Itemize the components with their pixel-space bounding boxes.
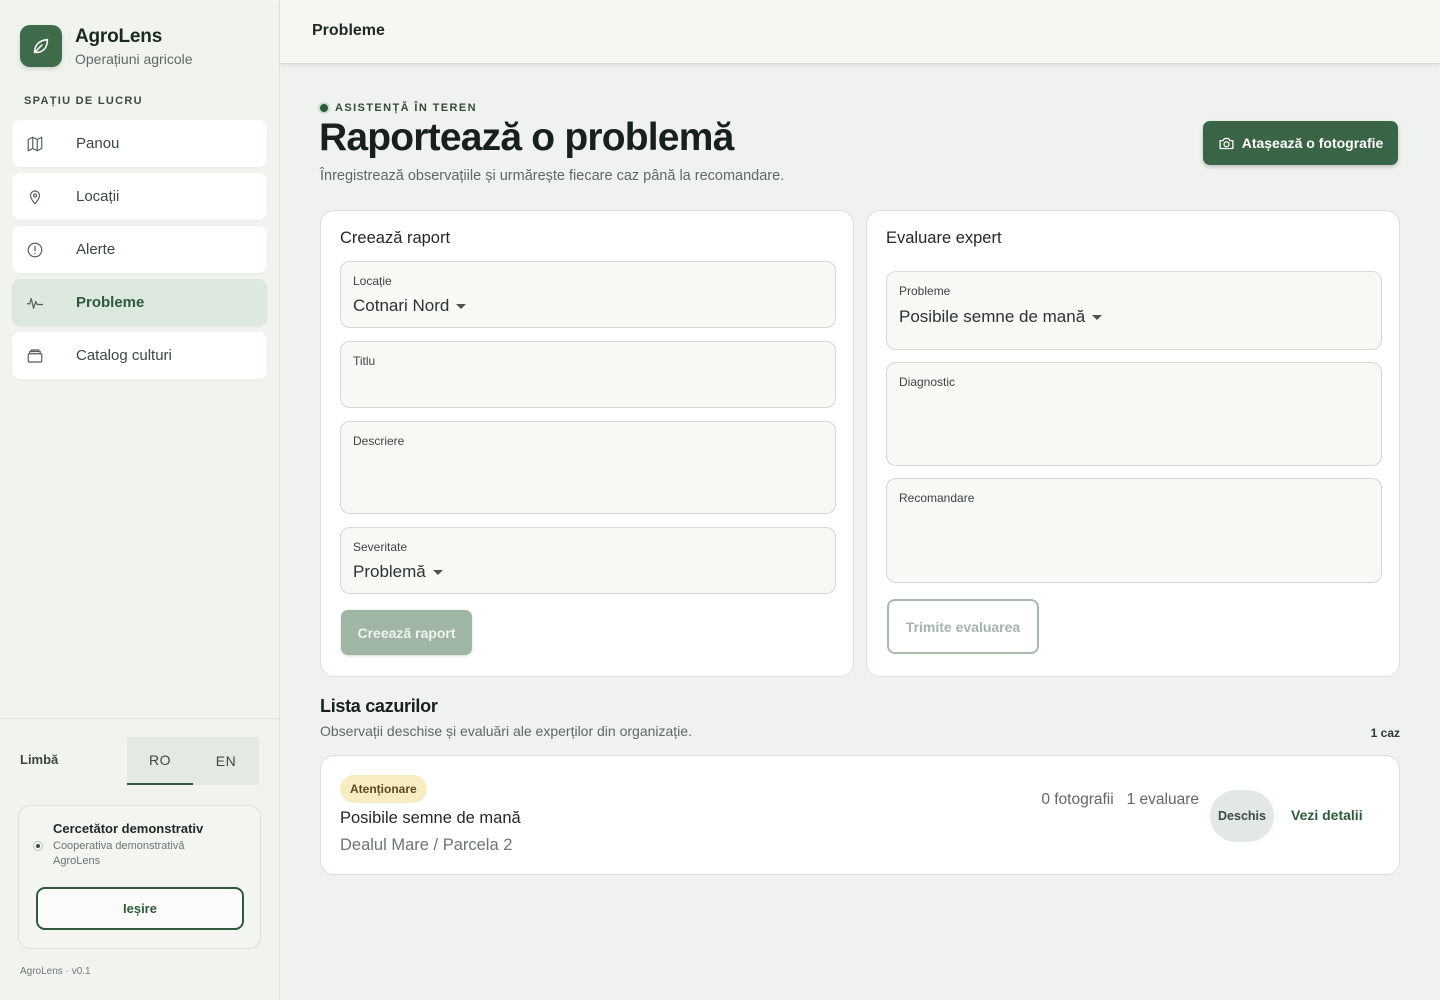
- recommendation-field[interactable]: Recomandare: [886, 478, 1382, 583]
- sidebar-item-label: Probleme: [76, 294, 145, 311]
- logout-button[interactable]: Ieșire: [36, 887, 244, 930]
- description-field[interactable]: Descriere: [340, 421, 836, 514]
- case-list-subtitle: Observații deschise și evaluări ale expe…: [320, 723, 692, 739]
- status-dot-icon: [33, 841, 43, 851]
- location-select[interactable]: Locație Cotnari Nord: [340, 261, 836, 328]
- description-label: Descriere: [353, 434, 405, 448]
- brand: AgroLens Operațiuni agricole: [20, 25, 193, 67]
- top-bar: Probleme: [280, 0, 1440, 64]
- sidebar: AgroLens Operațiuni agricole SPAȚIU DE L…: [0, 0, 280, 1000]
- eyebrow: ASISTENȚĂ ÎN TEREN: [320, 102, 477, 114]
- language-option-ro[interactable]: RO: [127, 737, 193, 785]
- sidebar-item-label: Locații: [76, 188, 120, 205]
- map-icon: [26, 135, 44, 153]
- submit-review-button[interactable]: Trimite evaluarea: [887, 599, 1039, 654]
- severity-select[interactable]: Severitate Problemă: [340, 527, 836, 594]
- location-value: Cotnari Nord: [353, 296, 450, 315]
- sidebar-item-catalog-culturi[interactable]: Catalog culturi: [12, 332, 267, 379]
- app-name: AgroLens: [75, 25, 163, 47]
- sidebar-item-label: Alerte: [76, 241, 116, 258]
- sidebar-divider: [0, 718, 279, 719]
- language-switch: RO EN: [127, 737, 259, 785]
- leaf-icon: [20, 25, 62, 67]
- page-title: Raportează o problemă: [319, 116, 734, 159]
- language-option-en[interactable]: EN: [193, 737, 259, 785]
- eyebrow-dot-icon: [320, 104, 328, 112]
- page-subtitle: Înregistrează observațiile și urmărește …: [320, 168, 785, 184]
- severity-label: Severitate: [353, 540, 408, 554]
- problems-value: Posibile semne de mană: [899, 307, 1086, 326]
- chevron-down-icon: [432, 569, 443, 575]
- user-organization: Cooperativa demonstrativă AgroLens: [53, 840, 185, 867]
- case-list-title: Lista cazurilor: [320, 696, 438, 716]
- title-field[interactable]: Titlu: [340, 341, 836, 408]
- recommendation-label: Recomandare: [899, 491, 975, 505]
- alert-circle-icon: [26, 241, 44, 259]
- language-label: Limbă: [20, 752, 59, 767]
- activity-icon: [26, 294, 44, 312]
- sidebar-item-probleme[interactable]: Probleme: [12, 279, 267, 326]
- location-pin-icon: [26, 188, 44, 206]
- title-label: Titlu: [353, 354, 376, 368]
- case-location: Dealul Mare / Parcela 2: [340, 836, 513, 854]
- attach-photo-label: Atașează o fotografie: [1241, 135, 1384, 151]
- chevron-down-icon: [1092, 314, 1103, 320]
- archive-icon: [26, 347, 44, 365]
- chevron-down-icon: [456, 303, 467, 309]
- expert-review-title: Evaluare expert: [886, 229, 1002, 247]
- case-count: 1 caz: [1370, 726, 1400, 740]
- expert-review-panel: Evaluare expert Probleme Posibile semne …: [866, 210, 1400, 677]
- create-report-panel: Creează raport Locație Cotnari Nord Titl…: [320, 210, 854, 677]
- user-card: Cercetător demonstrativ Cooperativa demo…: [18, 805, 261, 949]
- sidebar-item-locatii[interactable]: Locații: [12, 173, 267, 220]
- sidebar-item-label: Panou: [76, 135, 120, 152]
- problems-label: Probleme: [899, 284, 951, 298]
- create-report-title: Creează raport: [340, 229, 451, 247]
- camera-icon: [1218, 135, 1235, 152]
- sidebar-nav: Panou Locații Alerte Probleme Catalog cu…: [12, 120, 267, 385]
- case-title: Posibile semne de mană: [340, 809, 521, 827]
- create-report-button[interactable]: Creează raport: [341, 610, 472, 655]
- problems-select[interactable]: Probleme Posibile semne de mană: [886, 271, 1382, 350]
- sidebar-section-label: SPAȚIU DE LUCRU: [24, 95, 143, 107]
- attach-photo-button[interactable]: Atașează o fotografie: [1203, 121, 1398, 165]
- severity-value: Problemă: [353, 562, 426, 581]
- diagnosis-field[interactable]: Diagnostic: [886, 362, 1382, 466]
- severity-badge: Atenționare: [340, 775, 427, 803]
- case-card: Atenționare Posibile semne de mană Dealu…: [320, 755, 1400, 875]
- sidebar-item-label: Catalog culturi: [76, 347, 172, 364]
- view-details-link[interactable]: Vezi detalii: [1291, 807, 1363, 823]
- location-label: Locație: [353, 274, 392, 288]
- diagnosis-label: Diagnostic: [899, 375, 956, 389]
- status-badge: Deschis: [1210, 790, 1274, 842]
- app-subtitle: Operațiuni agricole: [75, 50, 193, 67]
- top-bar-title: Probleme: [312, 22, 385, 39]
- user-name: Cercetător demonstrativ: [53, 821, 204, 836]
- eyebrow-text: ASISTENȚĂ ÎN TEREN: [335, 102, 477, 114]
- sidebar-item-panou[interactable]: Panou: [12, 120, 267, 167]
- sidebar-item-alerte[interactable]: Alerte: [12, 226, 267, 273]
- case-meta: 0 fotografii 1 evaluare: [1041, 791, 1199, 808]
- app-version: AgroLens · v0.1: [20, 966, 91, 977]
